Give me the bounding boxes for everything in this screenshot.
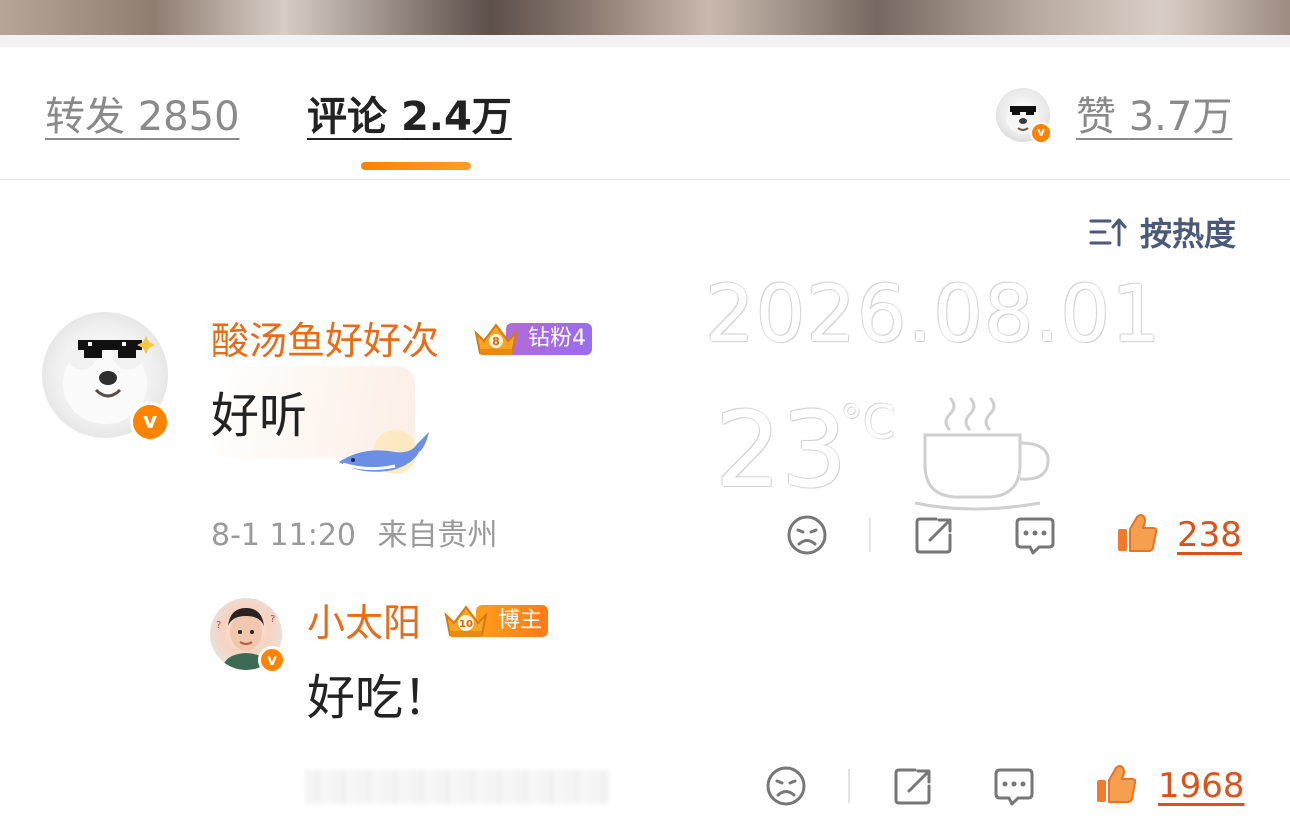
section-gap <box>0 35 1290 47</box>
comment-text: 好听 <box>211 388 308 444</box>
whale-icon <box>339 430 429 474</box>
post-image-strip <box>0 0 1290 35</box>
reply-text: 好吃！ <box>307 670 452 726</box>
tab-comments[interactable]: 评论 2.4万 <box>307 91 512 143</box>
tab-likes[interactable]: 赞 3.7万 <box>1076 91 1232 143</box>
tab-comments-label: 评论 <box>307 94 387 140</box>
dislike-icon[interactable] <box>785 513 829 557</box>
date-weather-watermark: 2026.08.01 23 °C <box>705 270 1161 530</box>
like-count[interactable]: 238 <box>1177 513 1242 557</box>
sort-icon <box>1089 218 1127 247</box>
crown-level-icon: 10 <box>444 605 488 637</box>
tab-likes-label: 赞 <box>1076 94 1116 140</box>
comment-location: 来自贵州 <box>377 518 498 553</box>
crown-level-icon: 8 <box>474 323 518 355</box>
fan-level-badge[interactable]: 8 钻粉4 <box>470 322 592 356</box>
comment-time: 8-1 11:20 <box>211 518 356 553</box>
watermark-date: 2026.08.01 <box>705 270 1162 360</box>
tab-comments-count: 2.4万 <box>400 94 512 140</box>
sort-label: 按热度 <box>1140 215 1237 253</box>
reply-author-username[interactable]: 小太阳 <box>307 598 421 648</box>
svg-text:?: ? <box>270 614 275 625</box>
dislike-icon[interactable] <box>764 764 808 808</box>
verified-badge: v <box>130 402 170 442</box>
comment-meta: 8-1 11:20 来自贵州 <box>211 514 498 558</box>
blurred-meta-text <box>305 770 610 804</box>
crown-level-number: 10 <box>459 619 473 630</box>
action-divider <box>848 769 850 803</box>
reply-icon[interactable] <box>992 764 1036 808</box>
svg-text:?: ? <box>216 620 221 631</box>
thumbs-up-icon[interactable] <box>1115 511 1159 555</box>
author-badge[interactable]: 10 博主 <box>440 604 549 638</box>
share-icon[interactable] <box>891 764 935 808</box>
tab-bar: 转发 2850 评论 2.4万 v 赞 3.7万 <box>0 47 1290 180</box>
tab-likes-count: 3.7万 <box>1128 94 1233 140</box>
thumbs-up-icon[interactable] <box>1094 762 1138 806</box>
share-icon[interactable] <box>912 513 956 557</box>
reply-icon[interactable] <box>1013 513 1057 557</box>
crown-level-number: 8 <box>492 335 500 348</box>
commenter-username[interactable]: 酸汤鱼好好次 <box>211 316 439 366</box>
like-count[interactable]: 1968 <box>1158 764 1245 808</box>
sort-button[interactable]: 按热度 <box>1088 208 1236 256</box>
tab-repost-label: 转发 <box>45 94 125 140</box>
tab-repost-count: 2850 <box>137 94 240 140</box>
liker-avatar[interactable]: v <box>996 88 1052 144</box>
active-tab-indicator <box>361 162 471 170</box>
tab-repost[interactable]: 转发 2850 <box>45 91 240 143</box>
watermark-temperature-unit: °C <box>840 395 896 449</box>
action-divider <box>869 518 871 552</box>
coffee-cup-icon <box>914 396 1050 511</box>
watermark-temperature: 23 <box>715 389 848 511</box>
verified-badge: v <box>258 646 286 674</box>
liker-verified-badge: v <box>1030 122 1052 144</box>
